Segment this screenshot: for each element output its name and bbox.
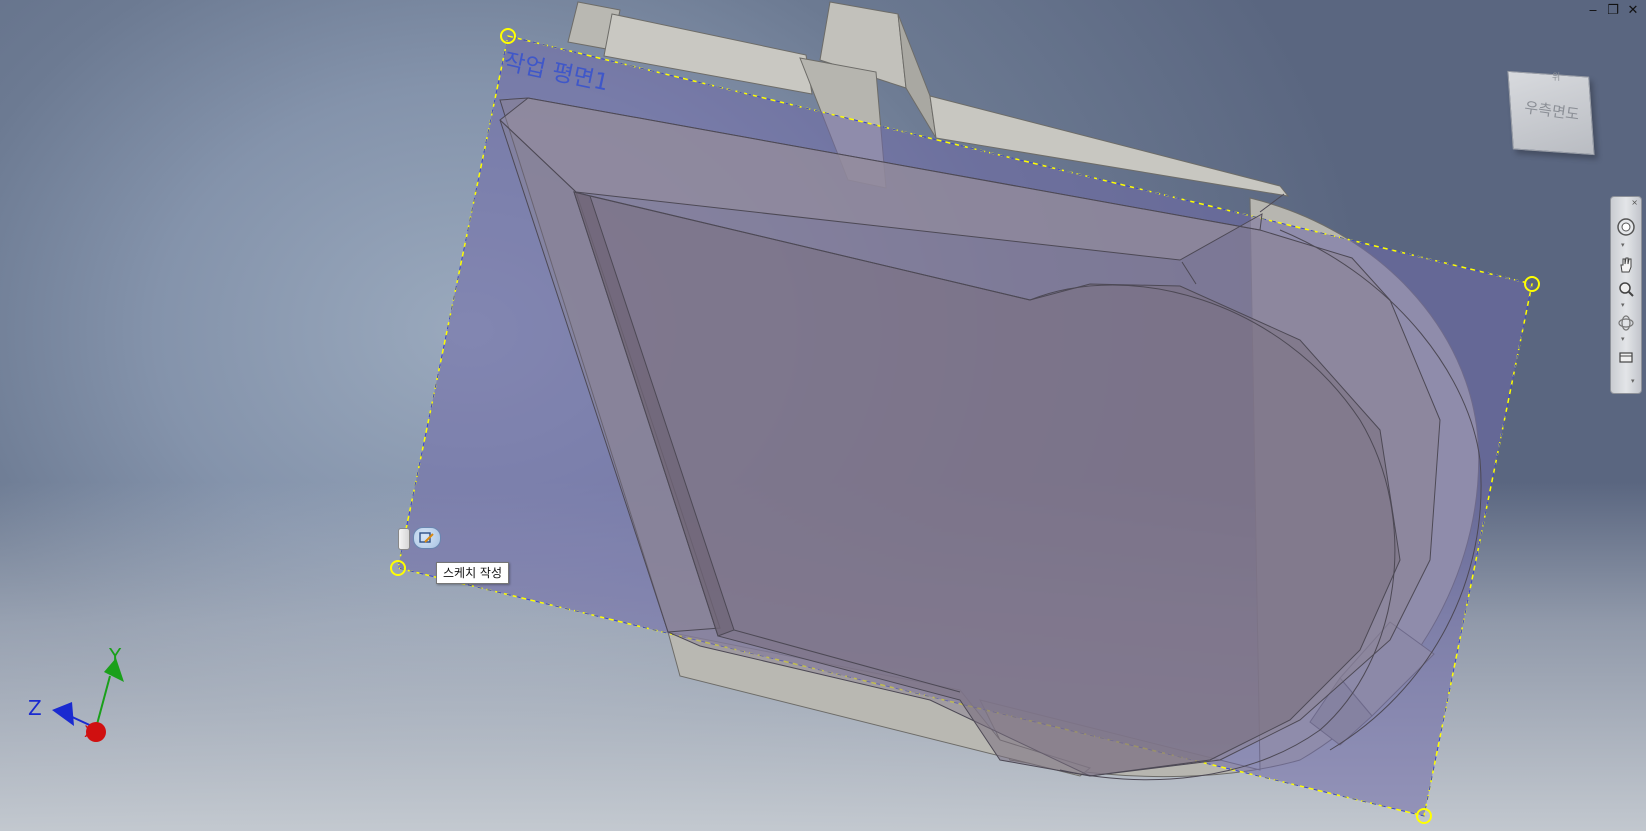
pan-icon[interactable] <box>1615 255 1637 275</box>
y-axis-line <box>95 675 111 729</box>
y-axis-label: Y <box>109 644 122 668</box>
z-axis-label: Z <box>28 696 42 720</box>
close-button[interactable]: ✕ <box>1626 4 1640 18</box>
navbar-close-button[interactable]: × <box>1631 198 1638 207</box>
zoom-more-icon[interactable]: ▾ <box>1621 301 1625 309</box>
create-sketch-button[interactable] <box>413 527 441 549</box>
steeringwheel-icon[interactable] <box>1615 217 1637 237</box>
minimize-button[interactable]: ‒ <box>1586 4 1600 18</box>
mini-toolbar-handle[interactable] <box>398 528 410 550</box>
window-controls: ‒ ❐ ✕ <box>1586 4 1640 18</box>
x-axis-label: X <box>84 722 95 741</box>
zoom-icon[interactable] <box>1615 279 1637 299</box>
restore-button[interactable]: ❐ <box>1606 4 1620 18</box>
z-axis-arrow <box>52 702 74 726</box>
viewcube-top-label[interactable]: 위 <box>1552 70 1560 83</box>
sketch-icon <box>419 532 434 543</box>
create-sketch-tooltip: 스케치 작성 <box>436 562 510 584</box>
navbar-customize-icon[interactable]: ▾ <box>1631 377 1635 385</box>
steeringwheel-more-icon[interactable]: ▾ <box>1621 241 1625 249</box>
viewcube[interactable]: 위 우측면도 <box>1500 66 1600 166</box>
lookat-icon[interactable] <box>1615 347 1637 367</box>
navigation-bar: × ▾ ▾ ▾ ▾ <box>1610 196 1642 394</box>
model-viewport[interactable] <box>0 0 1646 831</box>
orbit-more-icon[interactable]: ▾ <box>1621 335 1625 343</box>
frame-body[interactable] <box>499 97 1482 781</box>
orbit-icon[interactable] <box>1615 313 1637 333</box>
